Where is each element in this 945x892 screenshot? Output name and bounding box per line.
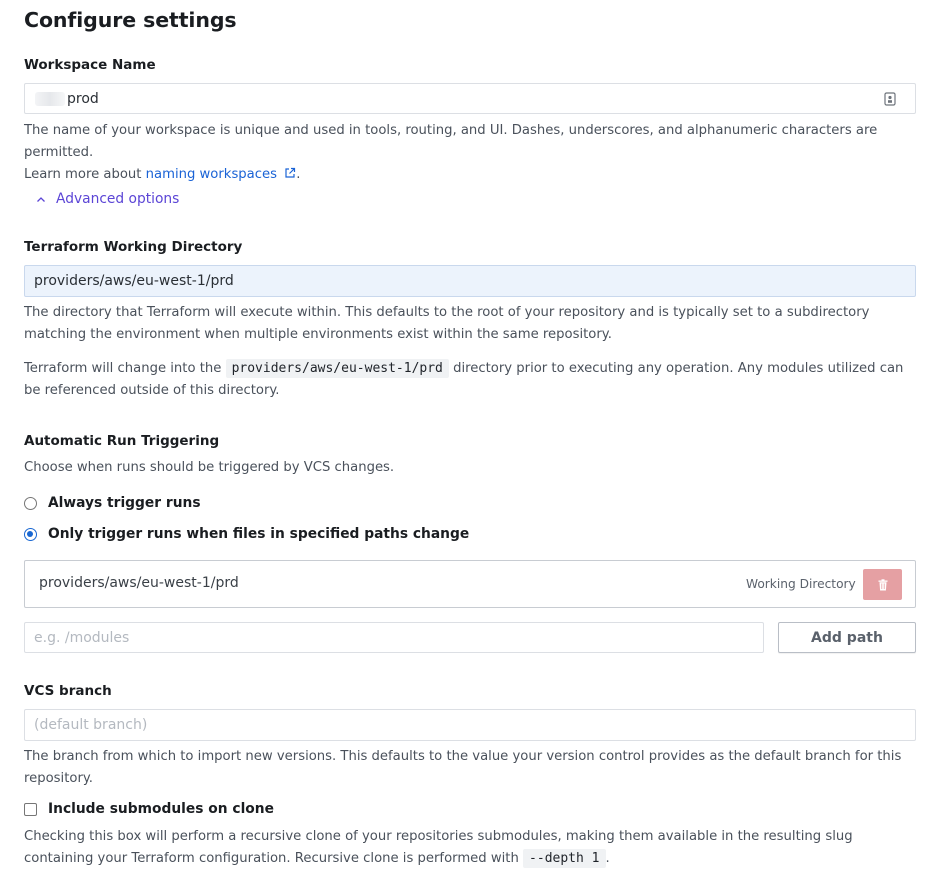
trigger-path-item: providers/aws/eu-west-1/prd Working Dire… [24,560,916,608]
radio-paths-trigger[interactable]: Only trigger runs when files in specifie… [24,526,469,542]
add-path-button[interactable]: Add path [778,622,916,653]
working-directory-tag: Working Directory [746,577,856,591]
submodules-checkbox[interactable] [24,802,37,816]
radio-always-trigger[interactable]: Always trigger runs [24,495,201,511]
delete-path-button[interactable] [863,569,902,600]
workspace-help-text: The name of your workspace is unique and… [24,123,878,182]
working-directory-label: Terraform Working Directory [24,239,243,255]
working-directory-code: providers/aws/eu-west-1/prd [225,359,449,378]
workspace-name-field[interactable]: prod [24,83,916,114]
radio-paths-trigger-input[interactable] [24,527,37,541]
vcs-branch-text[interactable] [34,710,915,740]
submodules-help: Checking this box will perform a recursi… [24,829,853,868]
working-directory-value: providers/aws/eu-west-1/prd [34,273,234,289]
working-directory-field[interactable]: providers/aws/eu-west-1/prd [24,265,916,297]
new-path-input[interactable] [24,622,764,653]
submodules-checkbox-row[interactable]: Include submodules on clone [24,801,274,817]
working-directory-help: The directory that Terraform will execut… [24,305,870,342]
external-link-icon [285,167,296,178]
vcs-branch-help: The branch from which to import new vers… [24,749,902,786]
naming-workspaces-link[interactable]: naming workspaces [146,167,297,182]
password-manager-icon[interactable] [884,92,896,110]
chevron-up-icon [37,196,45,202]
trigger-path-value: providers/aws/eu-west-1/prd [39,575,239,591]
workspace-name-label: Workspace Name [24,57,156,73]
vcs-branch-label: VCS branch [24,683,112,699]
run-triggering-help: Choose when runs should be triggered by … [24,460,395,475]
working-directory-help-2: Terraform will change into the providers… [24,359,904,398]
page-title: Configure settings [24,8,237,32]
workspace-name-value: prod [67,90,99,107]
trash-icon [878,578,887,590]
vcs-branch-input[interactable] [24,709,916,741]
redacted-prefix [35,91,65,106]
radio-always-trigger-input[interactable] [24,496,37,510]
run-triggering-label: Automatic Run Triggering [24,433,220,449]
new-path-text[interactable] [34,623,763,652]
advanced-options-toggle[interactable]: Advanced options [36,191,179,207]
depth-code: --depth 1 [523,849,606,868]
